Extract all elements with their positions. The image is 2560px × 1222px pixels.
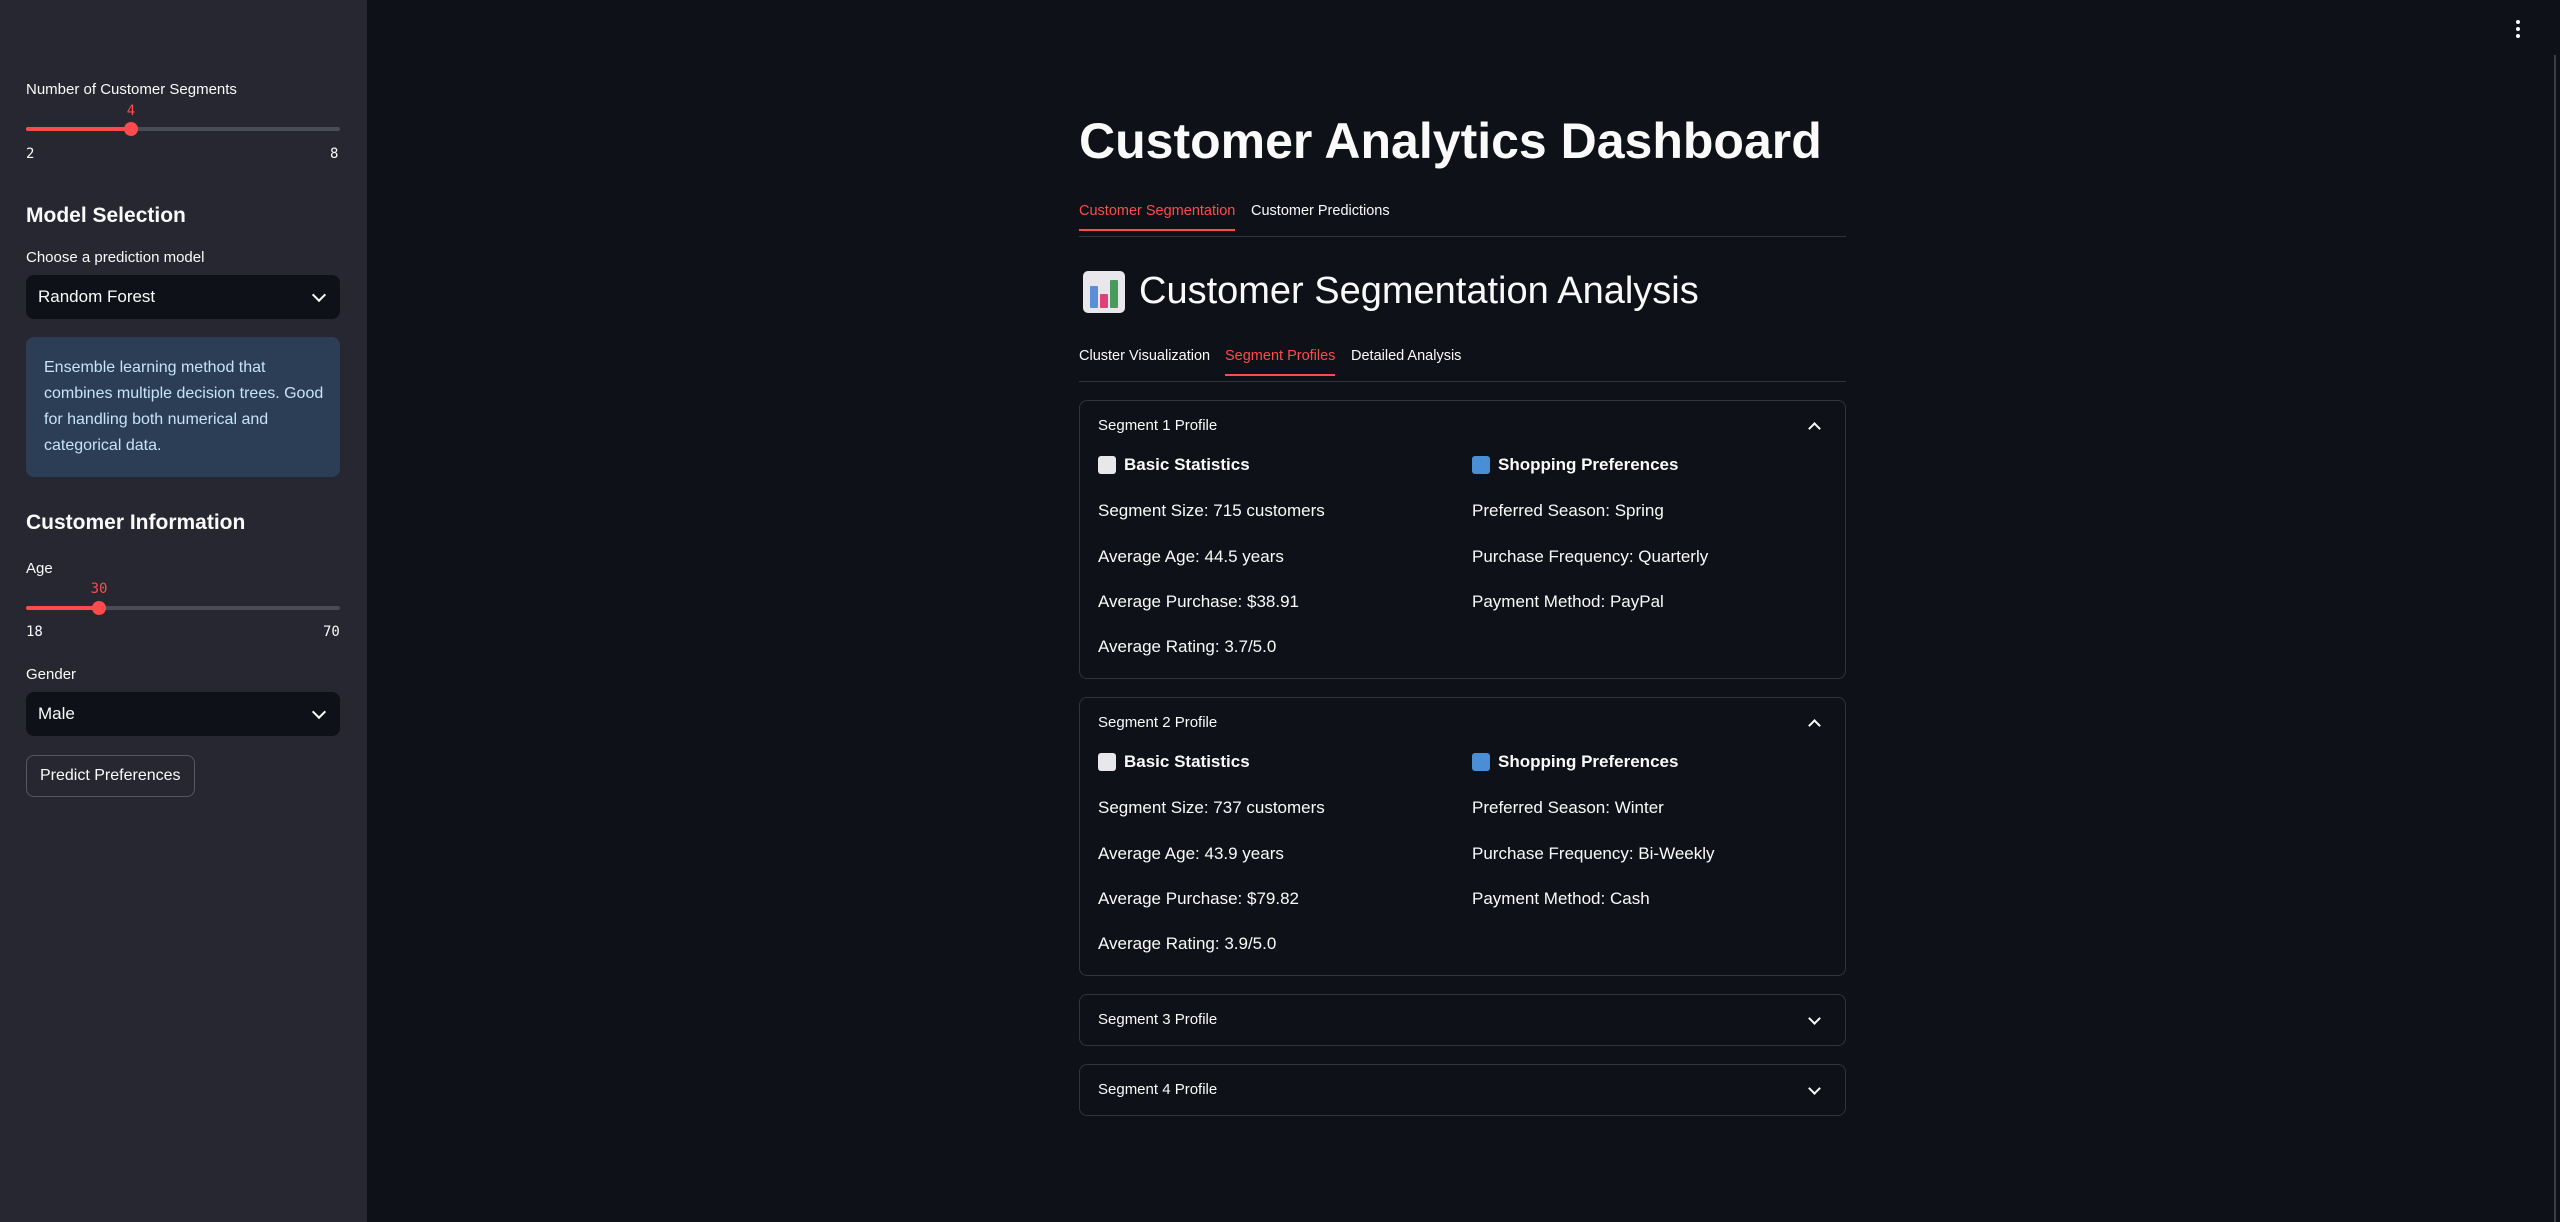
scrollbar[interactable]: [2554, 55, 2556, 1222]
average-rating: Average Rating: 3.9/5.0: [1098, 934, 1277, 953]
gender-select[interactable]: Male: [26, 692, 340, 736]
bar-chart-icon: [1098, 753, 1116, 771]
segments-slider-label: Number of Customer Segments: [26, 81, 237, 98]
age-slider[interactable]: [26, 601, 340, 615]
segment-3-header[interactable]: Segment 3 Profile: [1098, 1011, 1217, 1028]
segment-3-expander[interactable]: Segment 3 Profile: [1079, 994, 1846, 1046]
segment-4-header[interactable]: Segment 4 Profile: [1098, 1081, 1217, 1098]
age-slider-value: 30: [90, 581, 108, 597]
section-title-text: Customer Segmentation Analysis: [1139, 270, 1699, 312]
segments-slider[interactable]: [26, 122, 340, 136]
average-purchase: Average Purchase: $38.91: [1098, 592, 1299, 611]
model-select-value: Random Forest: [38, 287, 156, 306]
age-slider-min: 18: [26, 624, 43, 640]
shopping-preferences-heading: Shopping Preferences: [1472, 455, 1678, 475]
shopping-bags-icon: [1472, 753, 1490, 771]
shopping-preferences-heading: Shopping Preferences: [1472, 752, 1678, 772]
segments-slider-value: 4: [126, 103, 136, 119]
gender-select-value: Male: [38, 704, 75, 723]
chevron-down-icon: [311, 287, 327, 302]
segment-1-expander: Segment 1 Profile Basic Statistics Shopp…: [1079, 400, 1846, 679]
page-title: Customer Analytics Dashboard: [1079, 113, 1822, 169]
average-age: Average Age: 43.9 years: [1098, 844, 1284, 863]
section-title: Customer Segmentation Analysis: [1083, 270, 1699, 313]
age-slider-thumb[interactable]: [92, 601, 106, 615]
chevron-up-icon[interactable]: [1808, 719, 1821, 732]
segments-slider-thumb[interactable]: [124, 122, 138, 136]
purchase-frequency: Purchase Frequency: Bi-Weekly: [1472, 844, 1715, 863]
predict-preferences-button[interactable]: Predict Preferences: [26, 755, 195, 797]
tab-cluster-visualization[interactable]: Cluster Visualization: [1079, 348, 1210, 374]
model-selection-heading: Model Selection: [26, 204, 186, 227]
model-info-box: Ensemble learning method that combines m…: [26, 337, 340, 477]
basic-statistics-heading: Basic Statistics: [1098, 455, 1250, 475]
bar-chart-icon: [1098, 456, 1116, 474]
basic-statistics-heading: Basic Statistics: [1098, 752, 1250, 772]
segments-slider-min: 2: [26, 146, 35, 162]
average-rating: Average Rating: 3.7/5.0: [1098, 637, 1277, 656]
purchase-frequency: Purchase Frequency: Quarterly: [1472, 547, 1709, 566]
segment-1-header[interactable]: Segment 1 Profile: [1098, 417, 1217, 434]
preferred-season: Preferred Season: Spring: [1472, 501, 1664, 520]
bar-chart-icon: [1083, 270, 1125, 313]
subtabs: Cluster Visualization Segment Profiles D…: [1079, 348, 1846, 382]
tab-detailed-analysis[interactable]: Detailed Analysis: [1351, 348, 1461, 374]
payment-method: Payment Method: Cash: [1472, 889, 1650, 908]
shopping-bags-icon: [1472, 456, 1490, 474]
segment-size: Segment Size: 737 customers: [1098, 798, 1325, 817]
age-slider-label: Age: [26, 560, 53, 577]
segment-2-header[interactable]: Segment 2 Profile: [1098, 714, 1217, 731]
chevron-up-icon[interactable]: [1808, 422, 1821, 435]
main-tabs: Customer Segmentation Customer Predictio…: [1079, 203, 1846, 237]
segments-slider-fill: [26, 127, 131, 131]
model-select[interactable]: Random Forest: [26, 275, 340, 319]
gender-select-label: Gender: [26, 666, 77, 683]
main-menu-icon[interactable]: [2514, 20, 2522, 38]
preferred-season: Preferred Season: Winter: [1472, 798, 1664, 817]
age-slider-max: 70: [323, 624, 340, 640]
sidebar: Number of Customer Segments 4 2 8 Model …: [0, 0, 367, 1222]
chevron-down-icon: [311, 704, 327, 719]
customer-information-heading: Customer Information: [26, 511, 246, 534]
model-select-label: Choose a prediction model: [26, 249, 205, 266]
segments-slider-max: 8: [330, 146, 339, 162]
chevron-down-icon[interactable]: [1808, 1012, 1821, 1025]
tab-segment-profiles[interactable]: Segment Profiles: [1225, 348, 1336, 376]
average-age: Average Age: 44.5 years: [1098, 547, 1284, 566]
tab-customer-segmentation[interactable]: Customer Segmentation: [1079, 203, 1236, 231]
payment-method: Payment Method: PayPal: [1472, 592, 1664, 611]
segment-4-expander[interactable]: Segment 4 Profile: [1079, 1064, 1846, 1116]
tab-customer-predictions[interactable]: Customer Predictions: [1251, 203, 1390, 229]
segment-2-expander: Segment 2 Profile Basic Statistics Shopp…: [1079, 697, 1846, 976]
age-slider-fill: [26, 606, 99, 610]
chevron-down-icon[interactable]: [1808, 1082, 1821, 1095]
average-purchase: Average Purchase: $79.82: [1098, 889, 1299, 908]
segment-size: Segment Size: 715 customers: [1098, 501, 1325, 520]
